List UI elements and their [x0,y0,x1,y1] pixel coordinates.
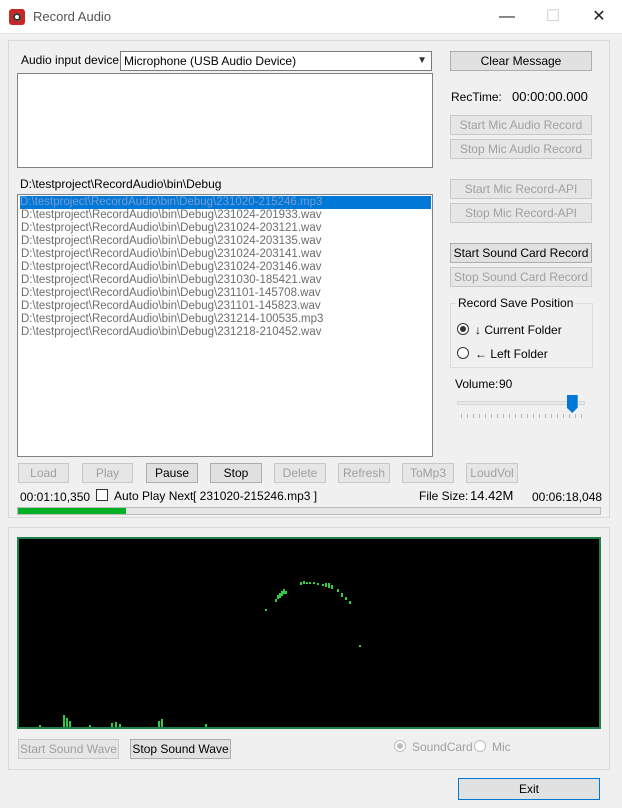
folder-path: D:\testproject\RecordAudio\bin\Debug [20,177,222,191]
wave-canvas [39,581,361,727]
loudvol-button[interactable]: LoudVol [466,463,518,483]
mic-label: Mic [492,740,511,754]
list-item[interactable]: D:\testproject\RecordAudio\bin\Debug\231… [21,261,321,274]
app-record-icon [9,9,25,25]
auto-play-label: Auto Play Next [114,489,194,503]
start-sound-card-button[interactable]: Start Sound Card Record [450,243,592,263]
list-item[interactable]: D:\testproject\RecordAudio\bin\Debug\231… [21,209,321,222]
clear-message-button[interactable]: Clear Message [450,51,592,71]
list-item[interactable]: D:\testproject\RecordAudio\bin\Debug\231… [21,287,321,300]
duration: 00:06:18,048 [532,490,603,504]
auto-play-checkbox[interactable] [96,489,108,501]
volume-ticks [461,414,583,418]
maximize-button[interactable]: ☐ [530,0,576,33]
list-item[interactable]: D:\testproject\RecordAudio\bin\Debug\231… [21,222,321,235]
list-item[interactable]: D:\testproject\RecordAudio\bin\Debug\231… [21,300,321,313]
volume-value: 90 [499,377,513,391]
playback-progress-fill [18,508,127,514]
chevron-down-icon: ▼ [417,55,427,66]
stop-button[interactable]: Stop [210,463,262,483]
play-button[interactable]: Play [82,463,133,483]
close-button[interactable]: ✕ [576,0,622,33]
refresh-button[interactable]: Refresh [338,463,390,483]
tomp3-button[interactable]: ToMp3 [402,463,454,483]
list-item[interactable]: D:\testproject\RecordAudio\bin\Debug\231… [21,326,321,339]
volume-label: Volume: [455,377,499,391]
soundcard-radio[interactable] [394,740,406,752]
start-mic-api-button[interactable]: Start Mic Record-API [450,179,592,199]
stop-sound-wave-button[interactable]: Stop Sound Wave [130,739,231,759]
list-item[interactable]: D:\testproject\RecordAudio\bin\Debug\231… [21,248,321,261]
list-item[interactable]: D:\testproject\RecordAudio\bin\Debug\231… [21,313,323,326]
current-folder-radio[interactable] [457,323,469,335]
rectime-label: RecTime: [451,90,502,104]
input-device-label: Audio input device: [21,53,123,67]
volume-slider-track[interactable] [457,401,585,405]
save-position-title: Record Save Position [456,296,576,310]
rectime-value: 00:00:00.000 [512,89,588,104]
play-position: 00:01:10,350 [20,490,91,504]
window-title: Record Audio [33,9,112,24]
file-size-value: 14.42M [470,488,514,503]
start-sound-wave-button[interactable]: Start Sound Wave [18,739,119,759]
input-device-value: Microphone (USB Audio Device) [124,54,297,68]
list-item[interactable]: D:\testproject\RecordAudio\bin\Debug\231… [21,274,321,287]
current-folder-label: ↓ Current Folder [475,323,562,337]
file-list[interactable]: D:\testproject\RecordAudio\bin\Debug\231… [17,194,433,457]
sound-wave-display [17,537,601,729]
left-folder-label: ← Left Folder [475,347,548,361]
input-device-select[interactable]: Microphone (USB Audio Device) ▼ [120,51,432,71]
load-button[interactable]: Load [18,463,69,483]
message-box[interactable] [17,73,433,168]
mic-radio[interactable] [474,740,486,752]
list-item-selected[interactable]: D:\testproject\RecordAudio\bin\Debug\231… [20,196,431,209]
stop-mic-record-button[interactable]: Stop Mic Audio Record [450,139,592,159]
minimize-button[interactable]: — [484,0,530,33]
file-size-label: File Size: [419,489,469,503]
list-item[interactable]: D:\testproject\RecordAudio\bin\Debug\231… [21,235,321,248]
left-folder-radio[interactable] [457,347,469,359]
delete-button[interactable]: Delete [274,463,326,483]
stop-sound-card-button[interactable]: Stop Sound Card Record [450,267,592,287]
soundcard-label: SoundCard [412,740,473,754]
stop-mic-api-button[interactable]: Stop Mic Record-API [450,203,592,223]
playback-progress[interactable] [17,507,601,515]
start-mic-record-button[interactable]: Start Mic Audio Record [450,115,592,135]
exit-button[interactable]: Exit [458,778,600,800]
current-file: [ 231020-215246.mp3 ] [193,489,318,503]
pause-button[interactable]: Pause [146,463,198,483]
